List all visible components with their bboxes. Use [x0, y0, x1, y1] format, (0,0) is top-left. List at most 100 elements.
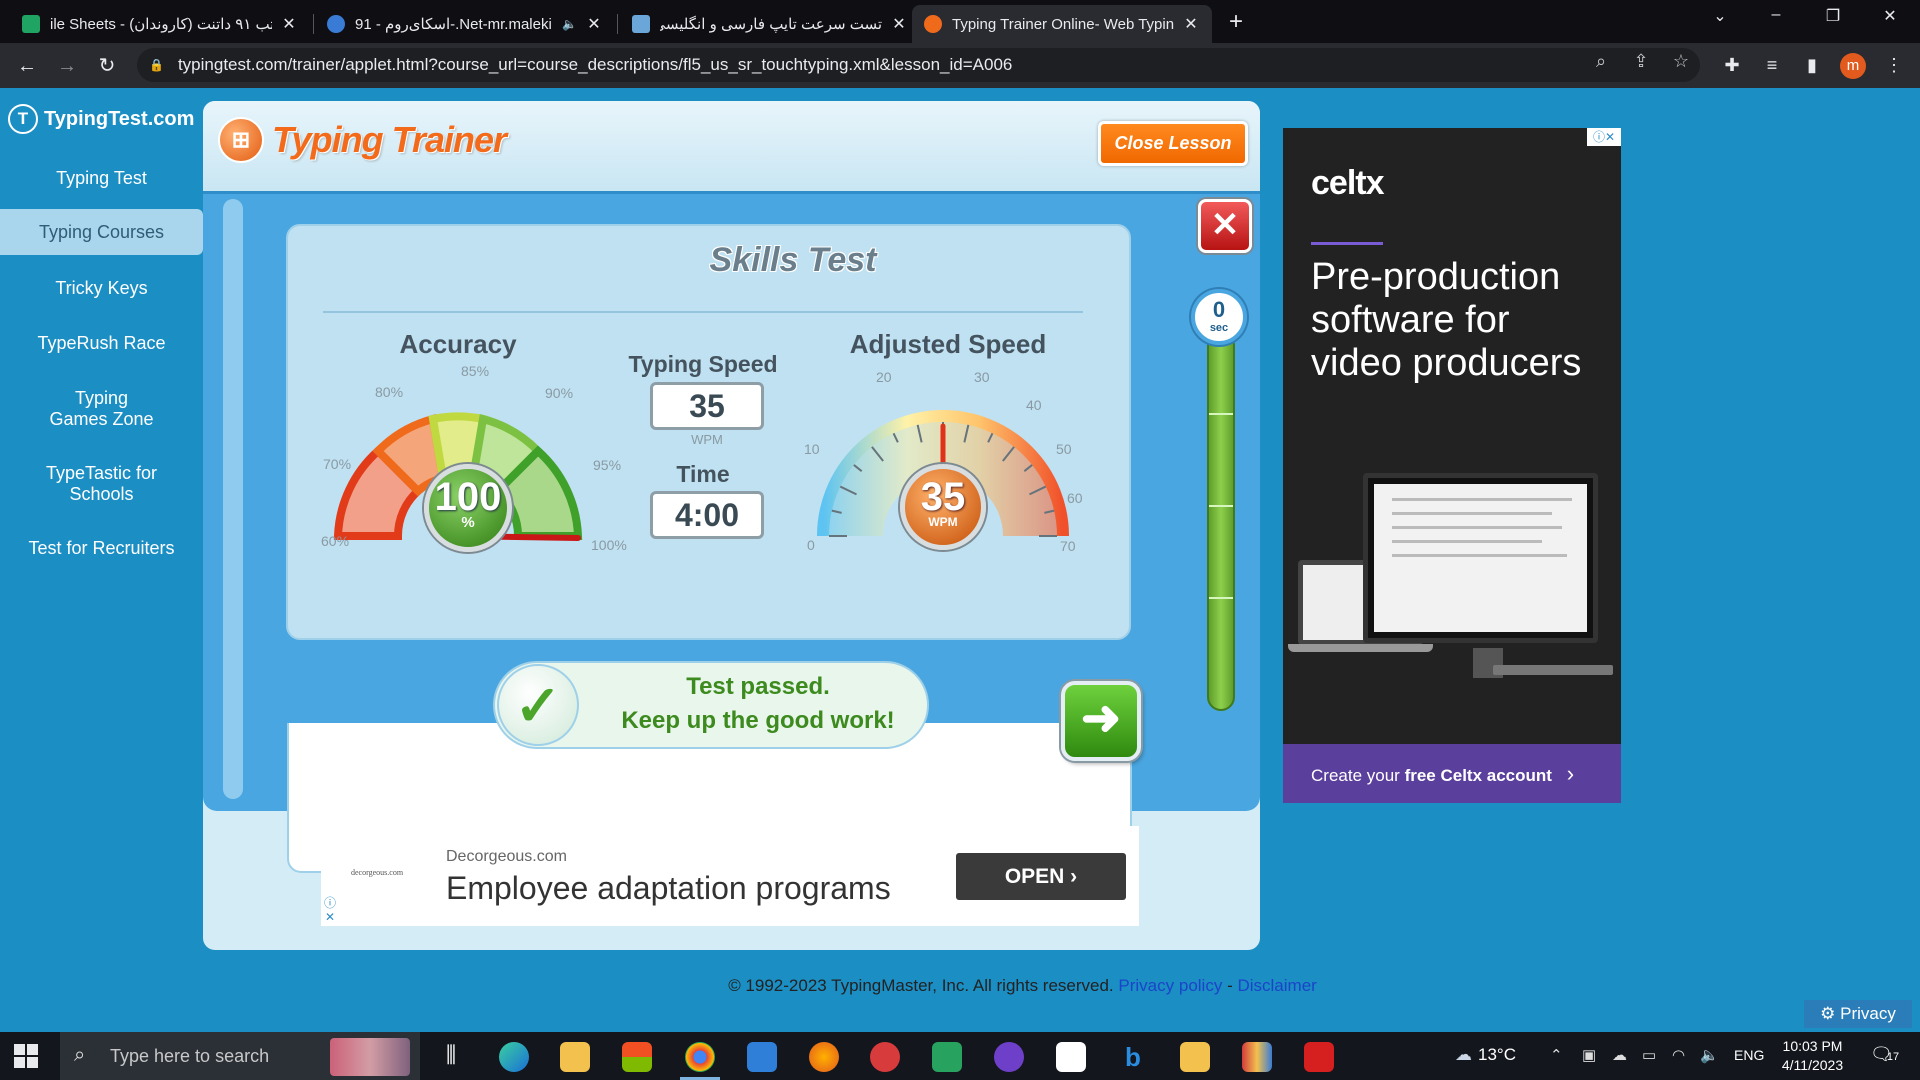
taskbar-clock[interactable]: 10:03 PM 4/11/2023 — [1770, 1037, 1855, 1075]
close-lesson-button[interactable]: Close Lesson — [1098, 121, 1248, 166]
back-arrow-icon[interactable]: ← — [12, 51, 42, 81]
bottom-ad-banner[interactable]: decorgeous.com Decorgeous.com Employee a… — [321, 826, 1139, 926]
speed-tick: 20 — [876, 369, 892, 385]
close-window-icon[interactable]: ✕ — [1870, 6, 1910, 26]
speed-tick: 10 — [804, 441, 820, 457]
typingtest-favicon-icon — [924, 15, 942, 33]
file-explorer-icon[interactable] — [560, 1042, 590, 1072]
start-tile — [14, 1044, 25, 1055]
site-logo[interactable]: T TypingTest.com — [8, 104, 194, 134]
privacy-settings-button[interactable]: ⚙ Privacy — [1804, 1000, 1912, 1028]
zoom-icon[interactable]: ⌕ — [1590, 51, 1612, 72]
browser-tab-sheets[interactable]: ile Sheets - (کاروندان) مکتب ۹۱ داتنت ✕ — [10, 5, 310, 43]
close-tab-icon[interactable]: ✕ — [890, 14, 908, 34]
sidebar-item-tricky-keys[interactable]: Tricky Keys — [0, 278, 203, 299]
chat-app-icon[interactable] — [870, 1042, 900, 1072]
sidebar-item-test-for-recruiters[interactable]: Test for Recruiters — [0, 538, 203, 559]
media-queue-icon[interactable]: ≡ — [1760, 55, 1784, 76]
ad-info-icon[interactable]: ⓘ — [323, 894, 337, 910]
sidebar-item-typing-games-zone[interactable]: Typing Games Zone — [0, 388, 203, 430]
winrar-icon[interactable] — [1242, 1042, 1272, 1072]
accuracy-dial-hub: 100 % — [424, 464, 512, 552]
keyboard-illustration — [1493, 665, 1613, 675]
sidebar-item-typerush-race[interactable]: TypeRush Race — [0, 333, 203, 354]
forward-arrow-icon[interactable]: → — [52, 51, 82, 81]
chrome-icon[interactable] — [685, 1042, 715, 1072]
notes-icon[interactable] — [1180, 1042, 1210, 1072]
security-shield-icon[interactable] — [932, 1042, 962, 1072]
browser-tab-typing-trainer[interactable]: Typing Trainer Online- Web Typin ✕ — [912, 5, 1212, 43]
close-tab-icon[interactable]: ✕ — [280, 14, 298, 34]
side-ad-banner[interactable]: ⓘ✕ celtx Pre-production software for vid… — [1283, 128, 1621, 803]
address-bar[interactable]: 🔒 typingtest.com/trainer/applet.html?cou… — [137, 48, 1700, 82]
search-icon: ⌕ — [74, 1044, 86, 1066]
screen-row — [1392, 540, 1542, 543]
audio-playing-icon[interactable]: 🔈 — [562, 17, 577, 31]
temperature: 13°C — [1478, 1045, 1516, 1064]
extensions-puzzle-icon[interactable]: ✚ — [1720, 55, 1744, 76]
disclaimer-link[interactable]: Disclaimer — [1237, 976, 1316, 995]
chevron-up-icon[interactable]: ⌃ — [1550, 1046, 1563, 1064]
weather-widget[interactable]: ☁ 13°C — [1455, 1045, 1516, 1065]
ad-cta-prefix: Create your — [1311, 766, 1400, 785]
typingtest-logo-icon: T — [8, 104, 38, 134]
taskbar-search[interactable]: ⌕ Type here to search — [60, 1032, 420, 1080]
speed-dial-hub: 35 WPM — [900, 464, 986, 550]
notification-center-icon[interactable]: 🗨17 — [1870, 1044, 1899, 1065]
wifi-icon[interactable]: ◠ — [1672, 1046, 1685, 1064]
mail-icon[interactable] — [747, 1042, 777, 1072]
next-arrow-button[interactable]: ➜ — [1061, 681, 1141, 761]
ad-choices-icon[interactable]: ⓘ✕ — [1587, 128, 1621, 146]
browser-menu-icon[interactable]: ⋮ — [1882, 55, 1906, 76]
ad-brand-logo: decorgeous.com — [351, 868, 404, 877]
close-tab-icon[interactable]: ✕ — [1182, 14, 1200, 34]
bookmark-star-icon[interactable]: ☆ — [1670, 51, 1692, 72]
screen-row — [1392, 498, 1572, 501]
sidebar-item-typetastic[interactable]: TypeTastic for Schools — [0, 463, 203, 505]
start-tile — [27, 1044, 38, 1055]
browser-tab-skyroom[interactable]: اسکای‌روم - 91-.Net-mr.maleki 🔈 ✕ — [315, 5, 615, 43]
edge-icon[interactable] — [499, 1042, 529, 1072]
input-language[interactable]: ENG — [1734, 1047, 1764, 1063]
skyroom-icon — [327, 15, 345, 33]
typing-speed-unit: WPM — [691, 432, 723, 447]
minimize-icon[interactable]: – — [1756, 6, 1796, 24]
new-tab-button[interactable]: + — [1222, 8, 1250, 36]
ad-headline[interactable]: Employee adaptation programs — [446, 870, 891, 907]
tab-separator — [313, 14, 314, 34]
bing-icon[interactable]: b — [1118, 1042, 1148, 1072]
accuracy-tick: 100% — [591, 537, 627, 553]
ad-open-button[interactable]: OPEN › — [956, 853, 1126, 900]
adjusted-speed-label: Adjusted Speed — [849, 329, 1047, 359]
acrobat-icon[interactable] — [1304, 1042, 1334, 1072]
reload-icon[interactable]: ↻ — [92, 51, 122, 81]
timer-value: 0 — [1212, 297, 1226, 322]
close-x-button[interactable]: ✕ — [1198, 199, 1252, 253]
lock-icon[interactable]: 🔒 — [149, 58, 164, 72]
close-tab-icon[interactable]: ✕ — [585, 14, 603, 34]
browser-tab-typing-speed-test[interactable]: تست سرعت تایپ فارسی و انگلیسی + محا ✕ — [620, 5, 920, 43]
windows-start-icon[interactable] — [14, 1044, 38, 1068]
tab-search-icon[interactable]: ⌄ — [1700, 6, 1740, 26]
github-icon[interactable] — [994, 1042, 1024, 1072]
sidebar-item-typing-test[interactable]: Typing Test — [0, 168, 203, 189]
side-panel-icon[interactable]: ▮ — [1800, 55, 1824, 76]
volume-icon[interactable]: 🔈 — [1700, 1046, 1719, 1064]
onedrive-cloud-icon[interactable]: ☁ — [1612, 1046, 1627, 1064]
whiteboard-icon[interactable] — [1056, 1042, 1086, 1072]
firefox-icon[interactable] — [809, 1042, 839, 1072]
privacy-policy-link[interactable]: Privacy policy — [1118, 976, 1222, 995]
url-text[interactable]: typingtest.com/trainer/applet.html?cours… — [178, 55, 1012, 75]
store-icon[interactable] — [622, 1042, 652, 1072]
share-icon[interactable]: ⇪ — [1630, 51, 1652, 72]
restore-icon[interactable]: ❐ — [1813, 6, 1853, 26]
sidebar-item-typing-courses[interactable]: Typing Courses — [0, 209, 203, 255]
profile-avatar[interactable]: m — [1840, 53, 1866, 79]
notification-count: 17 — [1886, 1051, 1900, 1063]
task-view-icon[interactable]: ⫼ — [436, 1042, 466, 1072]
battery-icon[interactable]: ▭ — [1642, 1046, 1656, 1064]
meet-now-icon[interactable]: ▣ — [1582, 1046, 1596, 1064]
ad-cta-button[interactable]: Create your free Celtx account › — [1283, 744, 1621, 803]
ad-close-icon[interactable]: ✕ — [323, 910, 337, 924]
ad-site-name[interactable]: Decorgeous.com — [446, 848, 567, 866]
